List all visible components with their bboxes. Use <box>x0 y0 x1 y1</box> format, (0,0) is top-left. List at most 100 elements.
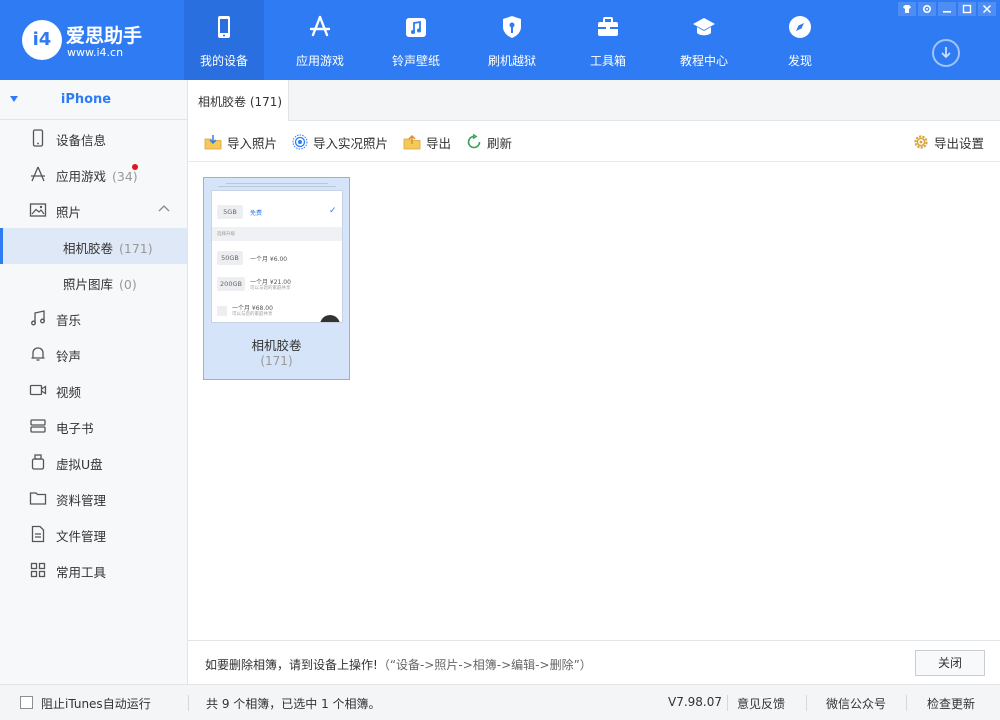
sidebar-item-label: 铃声 <box>56 349 82 364</box>
tool-label: 导出设置 <box>934 135 985 151</box>
maximize-button[interactable] <box>958 2 976 16</box>
device-header[interactable]: iPhone <box>0 80 187 120</box>
nav-toolbox[interactable]: 工具箱 <box>568 0 648 80</box>
nav-apps-games[interactable]: 应用游戏 <box>280 0 360 80</box>
sidebar-item-label: 照片图库 (0) <box>63 277 137 292</box>
sidebar-item-device-info[interactable]: 设备信息 <box>0 120 187 156</box>
wechat-link[interactable]: 微信公众号 <box>826 695 886 712</box>
refresh-button[interactable]: 刷新 <box>466 133 512 151</box>
notification-dot <box>132 164 138 170</box>
sidebar-item-count: (171) <box>119 241 153 256</box>
sidebar-item-virtual-usb[interactable]: 虚拟U盘 <box>0 444 187 480</box>
live-photo-icon <box>292 134 308 150</box>
compass-icon <box>789 16 811 38</box>
app-store-icon <box>309 15 331 37</box>
import-live-photos-button[interactable]: 导入实况照片 <box>292 133 388 151</box>
grid-icon <box>30 562 46 578</box>
toolbar: 导入照片 导入实况照片 导出 刷新 导出设置 <box>188 121 1000 162</box>
sidebar-item-label: 视频 <box>56 385 82 400</box>
album-grid: 5GB 免费 ✓ 选择升级 50GB 一个月 ¥6.00 200GB 一个月 ¥… <box>188 162 1000 640</box>
thumbnail-section: 选择升级 <box>212 227 342 241</box>
thumbnail-row: 50GB 一个月 ¥6.00 <box>212 247 342 269</box>
sidebar-item-label: 相机胶卷 (171) <box>63 241 153 256</box>
close-window-button[interactable] <box>978 2 996 16</box>
import-photos-button[interactable]: 导入照片 <box>204 133 277 151</box>
gear-icon <box>914 135 928 149</box>
nav-discover[interactable]: 发现 <box>760 0 840 80</box>
export-button[interactable]: 导出 <box>403 133 451 151</box>
tab-camera-roll[interactable]: 相机胶卷 (171) <box>188 80 289 121</box>
minimize-icon <box>943 11 951 13</box>
feedback-link[interactable]: 意见反馈 <box>737 695 785 712</box>
window-controls <box>898 2 996 16</box>
sidebar-item-label: 虚拟U盘 <box>56 457 103 472</box>
tool-label: 导出 <box>426 135 452 151</box>
sidebar-item-label: 应用游戏 (34) <box>56 169 138 184</box>
block-itunes-label[interactable]: 阻止iTunes自动运行 <box>41 695 151 712</box>
folder-icon <box>29 492 47 505</box>
sidebar-item-videos[interactable]: 视频 <box>0 372 187 408</box>
image-icon <box>29 203 47 217</box>
sidebar-item-music[interactable]: 音乐 <box>0 300 187 336</box>
tool-label: 导入照片 <box>227 135 278 151</box>
thumbnail-row: 200GB 一个月 ¥21.00 可以与您的家庭共享 <box>212 273 342 297</box>
notice-text: 如要删除相簿，请到设备上操作!（“设备->照片->相簿->编辑->删除”） <box>205 658 592 672</box>
app-logo: i4 爱思助手 www.i4.cn <box>22 20 172 62</box>
nav-my-device[interactable]: 我的设备 <box>184 0 264 80</box>
tool-label: 刷新 <box>487 135 513 151</box>
close-button[interactable]: 关闭 <box>915 650 985 676</box>
download-button[interactable] <box>932 39 960 67</box>
sidebar-item-data-management[interactable]: 资料管理 <box>0 480 187 516</box>
minimize-button[interactable] <box>938 2 956 16</box>
graduation-cap-icon <box>693 18 715 36</box>
check-update-link[interactable]: 检查更新 <box>927 695 975 712</box>
album-card-camera-roll[interactable]: 5GB 免费 ✓ 选择升级 50GB 一个月 ¥6.00 200GB 一个月 ¥… <box>203 177 350 380</box>
music-note-icon <box>406 18 426 37</box>
sidebar-item-camera-roll[interactable]: 相机胶卷 (171) <box>0 228 187 264</box>
shield-key-icon <box>503 16 521 38</box>
nav-label: 我的设备 <box>199 54 248 68</box>
phone-outline-icon <box>32 129 44 147</box>
device-name: iPhone <box>60 92 112 107</box>
nav-flash-jailbreak[interactable]: 刷机越狱 <box>472 0 552 80</box>
app-store-outline-icon <box>31 166 45 182</box>
sidebar-item-photos[interactable]: 照片 <box>0 192 187 228</box>
sidebar-item-label: 照片 <box>56 205 82 220</box>
nav-tutorials[interactable]: 教程中心 <box>664 0 744 80</box>
sidebar-item-label: 常用工具 <box>56 565 107 580</box>
file-icon <box>31 525 45 543</box>
notice-bar: 如要删除相簿，请到设备上操作!（“设备->照片->相簿->编辑->删除”） 关闭 <box>188 640 1000 684</box>
sidebar-item-file-management[interactable]: 文件管理 <box>0 516 187 552</box>
logo-badge: i4 <box>22 20 62 60</box>
settings-button[interactable] <box>918 2 936 16</box>
nav-label: 发现 <box>787 54 812 68</box>
album-thumbnail: 5GB 免费 ✓ 选择升级 50GB 一个月 ¥6.00 200GB 一个月 ¥… <box>211 190 343 323</box>
sidebar-item-label: 音乐 <box>56 313 82 328</box>
sidebar-item-ebooks[interactable]: 电子书 <box>0 408 187 444</box>
notice-hint: （“设备->照片->相簿->编辑->删除”） <box>377 658 592 672</box>
status-bar: 阻止iTunes自动运行 共 9 个相簿，已选中 1 个相簿。 V7.98.07… <box>0 684 1000 720</box>
export-settings-button[interactable]: 导出设置 <box>913 133 984 151</box>
sidebar-item-label: 设备信息 <box>56 133 107 148</box>
sidebar-item-common-tools[interactable]: 常用工具 <box>0 552 187 588</box>
nav-label: 工具箱 <box>589 54 626 68</box>
close-icon <box>982 4 992 14</box>
divider <box>906 695 907 711</box>
video-icon <box>29 384 47 396</box>
nav-label: 刷机越狱 <box>487 54 536 68</box>
book-icon <box>30 419 46 433</box>
sidebar-item-photo-library[interactable]: 照片图库 (0) <box>0 264 187 300</box>
nav-label: 应用游戏 <box>295 54 344 68</box>
divider <box>188 695 189 711</box>
download-arrow-icon <box>941 47 951 59</box>
maximize-icon <box>962 4 972 14</box>
export-folder-icon <box>403 134 421 150</box>
block-itunes-checkbox[interactable] <box>20 696 33 709</box>
skin-button[interactable] <box>898 2 916 16</box>
top-navigation-bar: i4 爱思助手 www.i4.cn 我的设备 应用游戏 铃声壁纸 刷机越狱 工具… <box>0 0 1000 80</box>
bell-icon <box>31 347 45 361</box>
sidebar-item-apps-games[interactable]: 应用游戏 (34) <box>0 156 187 192</box>
album-summary: 共 9 个相簿，已选中 1 个相簿。 <box>206 697 381 711</box>
sidebar-item-ringtones[interactable]: 铃声 <box>0 336 187 372</box>
nav-ringtones-wallpapers[interactable]: 铃声壁纸 <box>376 0 456 80</box>
